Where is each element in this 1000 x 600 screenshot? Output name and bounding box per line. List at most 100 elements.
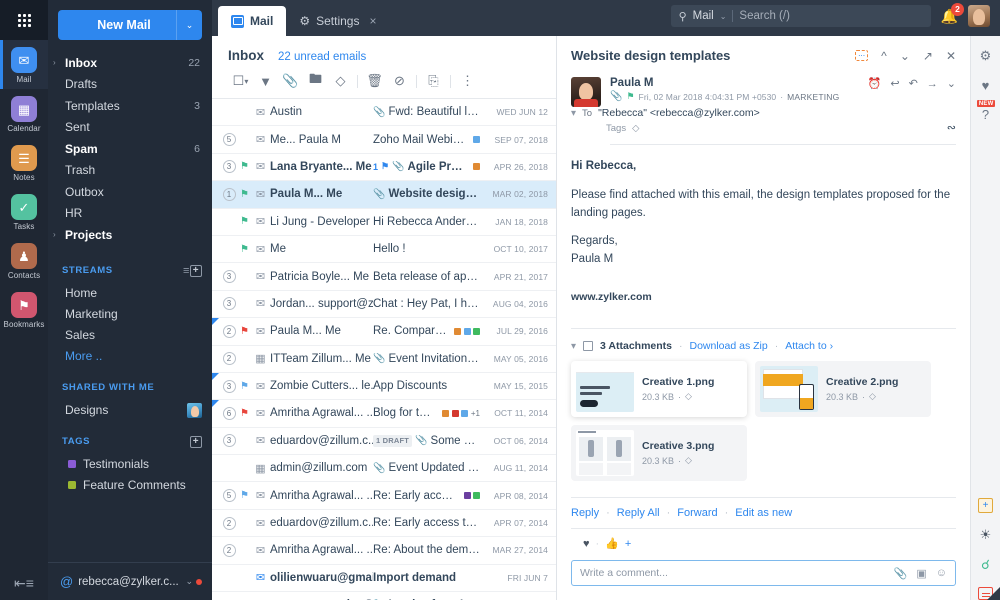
new-mail-button[interactable]: New Mail ⌄: [58, 10, 202, 40]
tag-icon[interactable]: ◇: [685, 391, 692, 402]
unread-count-link[interactable]: 22 unread emails: [278, 51, 366, 63]
prev-icon[interactable]: ^: [881, 49, 887, 63]
read-state-icon[interactable]: ✉: [251, 133, 270, 146]
tag-icon[interactable]: ◇: [869, 391, 876, 402]
bulb-icon[interactable]: ☀: [980, 527, 992, 543]
filter-icon[interactable]: ▼: [253, 71, 278, 91]
add-tag-icon[interactable]: +: [190, 436, 202, 448]
account-switcher[interactable]: @ rebecca@zylker.c... ⌄: [48, 562, 212, 600]
snooze-icon[interactable]: ⏰: [868, 77, 882, 90]
flag-icon[interactable]: ⚑: [238, 490, 251, 501]
collapse-sidebar-icon[interactable]: ⇤≡: [14, 575, 34, 592]
sidebar-folder-outbox[interactable]: Outbox: [48, 181, 212, 203]
chevron-down-icon[interactable]: ⌄: [720, 12, 727, 21]
app-rail-item-mail[interactable]: ✉ Mail: [0, 40, 48, 89]
emoji-reaction-icon[interactable]: 👍: [605, 537, 619, 550]
tag-item-feature-comments[interactable]: Feature Comments: [48, 475, 212, 496]
table-row[interactable]: ✉ olilienwuaru@gmai... Import demand FRI…: [212, 565, 556, 592]
read-state-icon[interactable]: ✉: [251, 325, 270, 338]
table-row[interactable]: 3 ✉ Patricia Boyle... Me Beta release of…: [212, 263, 556, 290]
flag-icon[interactable]: ⚑: [238, 381, 251, 392]
table-row[interactable]: 3 ✉ Jordan... support@z... Chat : Hey Pa…: [212, 291, 556, 318]
image-icon[interactable]: ▣: [916, 567, 926, 580]
notifications-button[interactable]: 🔔 2: [941, 8, 958, 25]
tag-icon[interactable]: ◇: [328, 71, 353, 91]
table-row[interactable]: ⚑ ✉ Li Jung - Developer Hi Rebecca Ander…: [212, 209, 556, 236]
sidebar-folder-trash[interactable]: Trash: [48, 160, 212, 182]
read-state-icon[interactable]: ✉: [251, 297, 270, 310]
close-icon[interactable]: ✕: [946, 49, 956, 63]
table-row[interactable]: ✉ Austin 📎 Fwd: Beautiful locati... WED …: [212, 99, 556, 126]
close-icon[interactable]: ×: [369, 14, 376, 28]
attachment-card[interactable]: Creative 2.png 20.3 KB · ◇: [755, 361, 931, 417]
grid-apps-icon[interactable]: [0, 0, 48, 40]
tag-item-testimonials[interactable]: Testimonials: [48, 454, 212, 475]
resize-corner[interactable]: [987, 587, 1000, 600]
read-state-icon[interactable]: ✉: [251, 188, 270, 201]
add-stream-icon[interactable]: +: [190, 265, 202, 277]
read-state-icon[interactable]: ✉: [251, 407, 270, 420]
flag-icon[interactable]: ⚑: [238, 189, 251, 200]
tab-settings[interactable]: ⚙ Settings ×: [286, 6, 389, 36]
table-row[interactable]: 5 ✉ Me... Paula M Zoho Mail Webinar SEP …: [212, 126, 556, 153]
flag-icon[interactable]: ⚑: [626, 91, 634, 102]
read-state-icon[interactable]: ✉: [251, 106, 270, 119]
table-row[interactable]: 2 ▦ ITTeam Zillum... Me 📎 Event Invitati…: [212, 346, 556, 373]
action-forward[interactable]: Forward: [677, 507, 717, 519]
read-state-icon[interactable]: ✉: [251, 544, 270, 557]
add-note-icon[interactable]: +: [978, 498, 993, 513]
next-icon[interactable]: ⌄: [900, 49, 910, 63]
gear-icon[interactable]: ⚙: [980, 48, 992, 64]
read-state-icon[interactable]: ▦: [251, 462, 270, 475]
read-state-icon[interactable]: ✉: [251, 243, 270, 256]
app-rail-item-notes[interactable]: ☰ Notes: [0, 138, 48, 187]
search-input[interactable]: ⚲ Mail ⌄ Search (/): [671, 5, 931, 27]
sidebar-folder-drafts[interactable]: Drafts: [48, 74, 212, 96]
flag-icon[interactable]: ⚑: [238, 326, 251, 337]
flag-icon[interactable]: ⚑: [238, 161, 251, 172]
attachment-card[interactable]: Creative 3.png 20.3 KB · ◇: [571, 425, 747, 481]
read-state-icon[interactable]: ✉: [251, 489, 270, 502]
action-reply[interactable]: Reply: [571, 507, 599, 519]
folder-icon[interactable]: 🖿: [303, 71, 328, 91]
delete-icon[interactable]: 🗑: [362, 71, 387, 91]
table-row[interactable]: 5 ⚑ ✉ Amritha Agrawal... ... Re: Early a…: [212, 482, 556, 509]
stream-item-sales[interactable]: Sales: [48, 325, 212, 346]
table-row[interactable]: 3 ✉ eduardov@zillum.c... 1 DRAFT 📎 Some …: [212, 428, 556, 455]
sidebar-folder-spam[interactable]: Spam 6: [48, 138, 212, 160]
read-state-icon[interactable]: ✉: [251, 517, 270, 530]
tag-icon[interactable]: ◇: [632, 123, 639, 134]
heart-reaction-icon[interactable]: ♥: [583, 538, 590, 550]
sidebar-folder-hr[interactable]: HR: [48, 203, 212, 225]
share-icon[interactable]: ∾: [947, 121, 956, 134]
read-state-icon[interactable]: ✉: [251, 270, 270, 283]
select-all-checkbox[interactable]: ☐▾: [228, 71, 253, 91]
read-state-icon[interactable]: ✉: [251, 380, 270, 393]
tab-mail[interactable]: Mail: [218, 6, 286, 36]
sidebar-folder-projects[interactable]: › Projects: [48, 224, 212, 246]
forward-icon[interactable]: →: [927, 78, 938, 90]
chevron-down-icon[interactable]: ▾: [571, 341, 576, 352]
sort-icon[interactable]: 📎: [278, 71, 303, 91]
attachments-select-checkbox[interactable]: [583, 341, 593, 351]
popout-icon[interactable]: ↗: [923, 49, 933, 63]
avatar[interactable]: [968, 5, 990, 27]
action-reply-all[interactable]: Reply All: [617, 507, 660, 519]
tag-icon[interactable]: ◇: [685, 455, 692, 466]
app-rail-item-tasks[interactable]: ✓ Tasks: [0, 187, 48, 236]
chevron-down-icon[interactable]: ⌄: [176, 10, 202, 40]
attachment-card[interactable]: Creative 1.png 20.3 KB · ◇: [571, 361, 747, 417]
help-icon[interactable]: ?NEW: [982, 107, 989, 122]
add-reaction-icon[interactable]: +: [625, 538, 631, 550]
table-row[interactable]: 2 ✉ Amritha Agrawal... ... Re: About the…: [212, 537, 556, 564]
flag-icon[interactable]: ⚑: [238, 408, 251, 419]
app-rail-item-calendar[interactable]: ▦ Calendar: [0, 89, 48, 138]
emoji-icon[interactable]: ☺: [936, 567, 947, 579]
table-row[interactable]: 1 ⚑ ✉ Paula M... Me 📎 Website design tem…: [212, 181, 556, 208]
streams-filter-icon[interactable]: ≡: [183, 265, 190, 277]
read-state-icon[interactable]: ✉: [251, 571, 270, 584]
stream-item-marketing[interactable]: Marketing: [48, 304, 212, 325]
comment-input[interactable]: Write a comment... 📎 ▣ ☺: [571, 560, 956, 586]
stream-item-more[interactable]: More ..: [48, 346, 212, 367]
attach-to-link[interactable]: Attach to ›: [785, 340, 833, 352]
